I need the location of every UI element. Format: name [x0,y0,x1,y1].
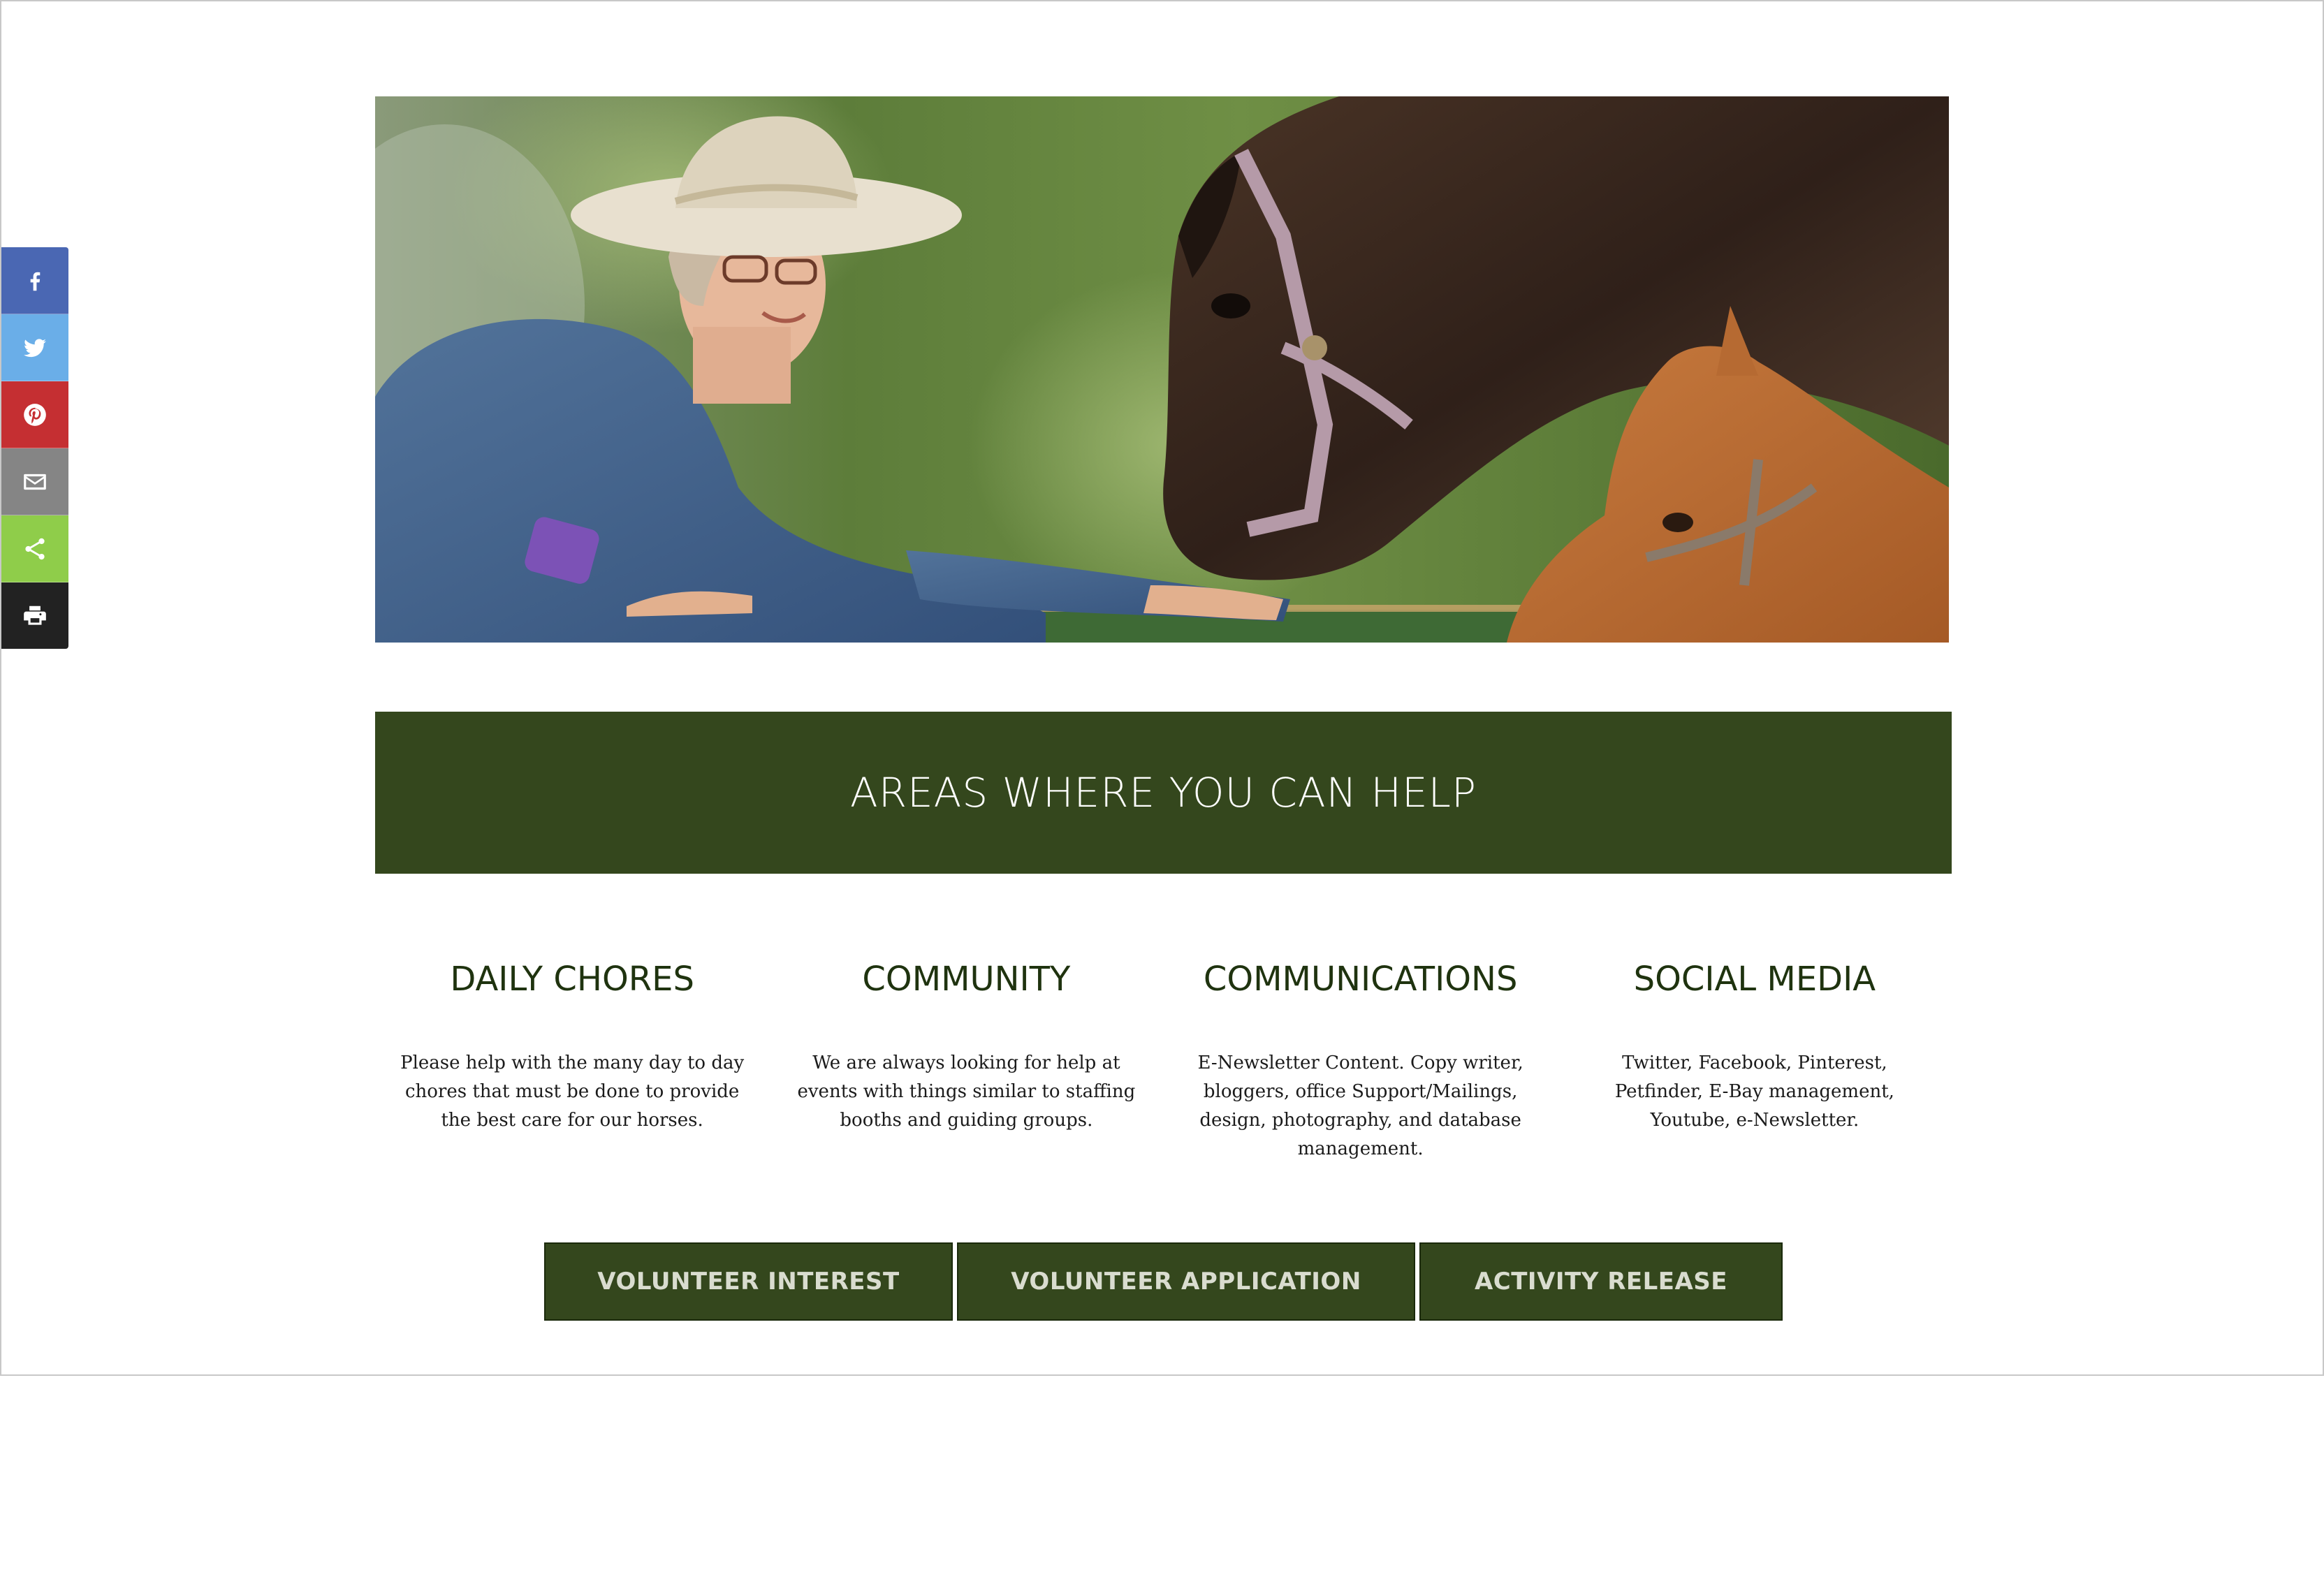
area-daily-chores: DAILY CHORES Please help with the many d… [375,951,769,1161]
hero-photo [375,96,1949,643]
action-buttons: VOLUNTEER INTEREST VOLUNTEER APPLICATION… [544,1242,1783,1321]
share-button[interactable] [1,515,68,582]
pinterest-icon [24,403,46,426]
volunteer-interest-button[interactable]: VOLUNTEER INTEREST [544,1242,953,1321]
area-communications: COMMUNICATIONS E-Newsletter Content. Cop… [1164,951,1558,1161]
help-areas: DAILY CHORES Please help with the many d… [375,951,1952,1161]
area-title: SOCIAL MEDIA [1633,960,1876,999]
area-description: Please help with the many day to day cho… [400,1052,745,1131]
volunteer-application-button[interactable]: VOLUNTEER APPLICATION [957,1242,1415,1321]
email-share-button[interactable] [1,448,68,515]
facebook-share-button[interactable] [1,247,68,314]
activity-release-button[interactable]: ACTIVITY RELEASE [1419,1242,1783,1321]
area-community: COMMUNITY We are always looking for help… [769,951,1163,1161]
share-bar [1,247,68,649]
area-social-media: SOCIAL MEDIA Twitter, Facebook, Pinteres… [1558,951,1952,1161]
email-icon [24,474,46,490]
share-icon [25,538,45,559]
area-title: COMMUNICATIONS [1203,960,1518,999]
pinterest-share-button[interactable] [1,381,68,448]
page-frame: AREAS WHERE YOU CAN HELP DAILY CHORES Pl… [0,0,2324,1376]
facebook-icon [30,272,41,291]
area-description: E-Newsletter Content. Copy writer, blogg… [1197,1052,1523,1159]
twitter-share-button[interactable] [1,314,68,381]
print-share-button[interactable] [1,582,68,649]
areas-heading-band: AREAS WHERE YOU CAN HELP [375,712,1952,874]
area-description: We are always looking for help at events… [797,1052,1136,1131]
area-description: Twitter, Facebook, Pinterest, Petfinder,… [1614,1052,1894,1131]
areas-title: AREAS WHERE YOU CAN HELP [850,769,1477,816]
area-title: DAILY CHORES [450,960,694,999]
twitter-icon [24,338,46,357]
area-title: COMMUNITY [862,960,1071,999]
print-icon [24,606,46,625]
